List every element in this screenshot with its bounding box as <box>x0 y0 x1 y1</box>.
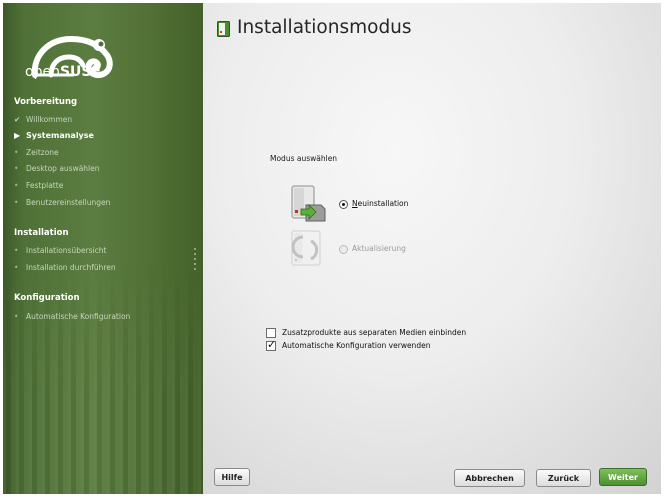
back-button[interactable]: Zurück <box>536 469 591 487</box>
bullet-icon: • <box>14 312 19 321</box>
logo-suse: SUSE <box>59 64 102 80</box>
section-installation: Installation <box>14 228 69 238</box>
radio-neuinstallation[interactable] <box>339 200 348 209</box>
checkbox-label-zusatzprodukte[interactable]: Zusatzprodukte aus separaten Medien einb… <box>282 328 466 337</box>
option-label-neuinstallation[interactable]: Neuinstallation <box>352 199 408 208</box>
bullet-icon: • <box>14 246 19 255</box>
option-label-aktualisierung[interactable]: Aktualisierung <box>352 244 406 253</box>
abort-button[interactable]: Abbrechen <box>454 469 525 487</box>
checkbox-label-automatische-konfiguration[interactable]: Automatische Konfiguration verwenden <box>282 341 430 350</box>
check-icon: ✔ <box>14 115 21 124</box>
bullet-icon: • <box>14 164 19 173</box>
step-systemanalyse: ▶ Systemanalyse <box>14 131 94 140</box>
checkbox-zusatzprodukte[interactable] <box>266 328 276 338</box>
bullet-icon: • <box>14 198 19 207</box>
page-title: Installationsmodus <box>237 17 412 38</box>
step-desktop: • Desktop auswählen <box>14 164 100 173</box>
step-label: Automatische Konfiguration <box>26 312 131 321</box>
step-zeitzone: • Zeitzone <box>14 148 59 157</box>
next-button[interactable]: Weiter <box>599 468 647 486</box>
main-panel: Installationsmodus Modus auswählen Neuin… <box>203 3 661 494</box>
step-automatische-konfiguration: • Automatische Konfiguration <box>14 312 130 321</box>
checkbox-automatische-konfiguration[interactable]: ✓ <box>266 338 277 351</box>
new-install-icon <box>291 185 326 222</box>
sidebar-resize-handle[interactable] <box>194 248 196 270</box>
step-benutzer: • Benutzereinstellungen <box>14 198 110 207</box>
installer-icon <box>217 21 230 37</box>
update-icon <box>291 230 321 266</box>
current-step-arrow-icon: ▶ <box>14 131 21 140</box>
bullet-icon: • <box>14 148 19 157</box>
logo-open: open <box>25 64 60 80</box>
step-label: Systemanalyse <box>26 131 94 140</box>
section-vorbereitung: Vorbereitung <box>14 97 78 107</box>
bullet-icon: • <box>14 263 19 272</box>
step-installationsuebersicht: • Installationsübersicht <box>14 246 106 255</box>
sidebar: openSUSE Vorbereitung ✔ Willkommen ▶ Syste… <box>3 3 203 494</box>
step-label: Installationsübersicht <box>26 246 107 255</box>
installer-window: openSUSE Vorbereitung ✔ Willkommen ▶ Syste… <box>0 0 664 497</box>
step-festplatte: • Festplatte <box>14 181 63 190</box>
radio-aktualisierung[interactable] <box>339 245 348 254</box>
option-text: euinstallation <box>357 199 409 208</box>
opensuse-logo-text: openSUSE <box>25 64 101 80</box>
step-label: Installation durchführen <box>26 263 116 272</box>
section-konfiguration: Konfiguration <box>14 293 80 303</box>
bullet-icon: • <box>14 181 19 190</box>
step-label: Willkommen <box>26 115 73 124</box>
step-label: Festplatte <box>26 181 64 190</box>
step-label: Desktop auswählen <box>26 164 100 173</box>
option-text: Aktualisierung <box>352 244 406 253</box>
step-installation-durchfuehren: • Installation durchführen <box>14 263 116 272</box>
step-label: Zeitzone <box>26 148 59 157</box>
step-label: Benutzereinstellungen <box>26 198 111 207</box>
step-willkommen: ✔ Willkommen <box>14 115 72 124</box>
mode-group-label: Modus auswählen <box>270 154 338 163</box>
checkmark-icon: ✓ <box>267 338 277 351</box>
help-button[interactable]: Hilfe <box>214 468 250 486</box>
